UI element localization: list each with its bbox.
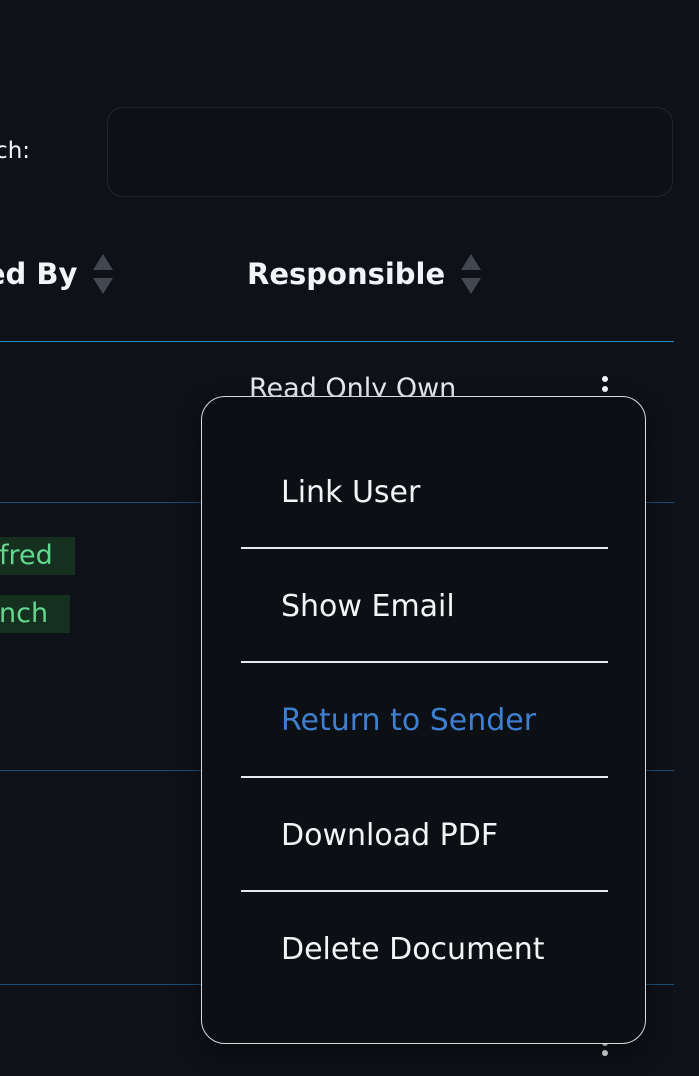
context-menu: Link User Show Email Return to Sender Do…: [201, 396, 646, 1044]
sort-icon: [459, 253, 483, 295]
menu-item-link-user[interactable]: Link User: [281, 475, 420, 510]
page-root: arch: ased By Responsible Read Only Own …: [0, 0, 699, 1076]
table-header-released-by[interactable]: ased By: [0, 253, 115, 295]
menu-divider: [241, 776, 608, 778]
menu-divider: [241, 547, 608, 549]
menu-divider: [241, 661, 608, 663]
search-input[interactable]: [107, 107, 673, 197]
search-label: arch:: [0, 138, 31, 164]
table-header-divider: [0, 341, 674, 342]
menu-item-delete-document[interactable]: Delete Document: [281, 932, 545, 967]
sort-icon: [91, 253, 115, 295]
menu-divider: [241, 890, 608, 892]
released-by-tag: nch: [0, 595, 70, 633]
released-by-tag: fred: [0, 537, 75, 575]
table-header-responsible[interactable]: Responsible: [247, 253, 483, 295]
menu-item-show-email[interactable]: Show Email: [281, 589, 455, 624]
menu-item-download-pdf[interactable]: Download PDF: [281, 818, 498, 853]
table-header-label: ased By: [0, 257, 78, 291]
table-header-label: Responsible: [247, 257, 446, 291]
menu-item-return-to-sender[interactable]: Return to Sender: [281, 703, 536, 738]
